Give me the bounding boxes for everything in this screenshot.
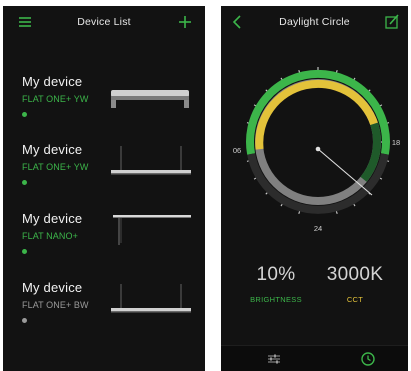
time-hand[interactable] [317,148,373,196]
status-dot [22,112,27,117]
bottom-tab-bar [221,345,408,371]
cct-label: CCT [346,295,364,304]
device-list-header: Device List [3,6,205,38]
device-list-item[interactable]: My device FLAT ONE+ YW [3,142,205,208]
device-model: FLAT NANO+ [22,231,78,241]
device-name: My device [22,142,83,157]
inner-ring-green [360,122,381,182]
device-name: My device [22,74,83,89]
hanging-flat-lamp-icon [111,146,191,175]
device-list-item[interactable]: My device FLAT ONE+ YW [3,74,205,140]
sliders-icon[interactable] [265,350,283,368]
flat-nano-lamp-icon [113,215,191,245]
flat-one-lamp-icon [111,90,189,108]
brightness-value: 10% [256,264,296,285]
inner-ring-yellow [255,79,378,150]
hour-label-24: 24 [314,224,322,233]
device-name: My device [22,211,83,226]
hour-label-18: 18 [392,138,400,147]
status-dot [22,249,27,254]
device-model: FLAT ONE+ YW [22,162,89,172]
hanging-flat-lamp-icon [111,284,191,313]
hour-label-06: 06 [233,146,241,155]
device-name: My device [22,280,83,295]
daylight-dial[interactable]: 12 18 24 06 [221,6,408,256]
device-model: FLAT ONE+ YW [22,94,89,104]
clock-icon[interactable] [359,350,377,368]
daylight-circle-screen: Daylight Circle 12 18 24 06 10% 3000K BR… [221,6,408,371]
device-model: FLAT ONE+ BW [22,300,89,310]
device-list-screen: Device List My device FLAT ONE+ YW My de… [3,6,205,371]
status-dot [22,318,27,323]
device-list-item[interactable]: My device FLAT NANO+ [3,211,205,277]
brightness-label: BRIGHTNESS [250,295,302,304]
status-dot [22,180,27,185]
device-list-item[interactable]: My device FLAT ONE+ BW [3,280,205,346]
cct-value: 3000K [326,264,384,285]
plus-icon[interactable] [175,12,195,32]
